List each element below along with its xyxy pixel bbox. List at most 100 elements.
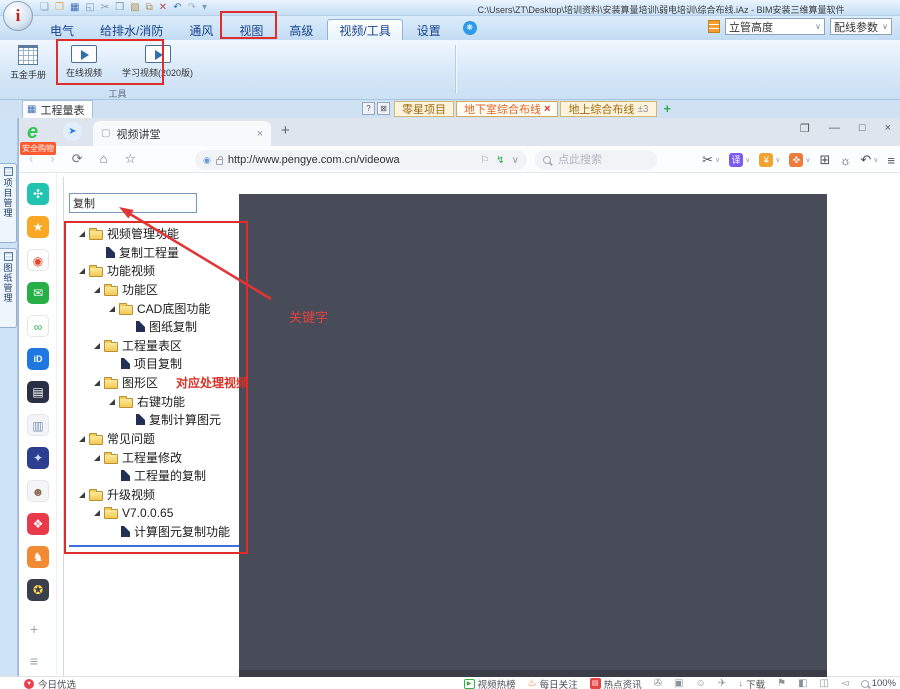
close-icon[interactable]: × — [885, 122, 891, 135]
game-app5-icon[interactable]: ✪ — [27, 579, 49, 601]
ribbon-tab-6[interactable]: 设置 — [405, 19, 453, 42]
browser-logo-icon[interactable]: e — [27, 120, 38, 144]
tree-item[interactable]: V7.0.0.65 — [94, 505, 173, 520]
game-center-icon[interactable]: ✜∨ — [789, 153, 810, 167]
tree-item[interactable]: 图纸复制 — [136, 319, 197, 334]
tree-item[interactable]: 升级视频 — [79, 487, 155, 502]
translate-icon[interactable]: 译∨ — [729, 153, 750, 167]
expand-triangle-icon[interactable] — [94, 510, 100, 516]
ribbon-button-0[interactable]: 五金手册 — [6, 43, 50, 83]
wiring-params-combobox[interactable]: 配线参数 ∨ — [830, 18, 892, 35]
apps-grid-icon[interactable]: ⊞ — [820, 152, 831, 168]
game-app2-icon[interactable]: ☻ — [27, 480, 49, 502]
paste-icon[interactable]: ▨ — [130, 2, 139, 14]
tree-search-input[interactable] — [69, 193, 197, 213]
tree-item[interactable]: 右键功能 — [109, 394, 185, 409]
refresh-icon[interactable]: ⟳ — [72, 151, 83, 167]
horizontal-scrollbar[interactable] — [239, 670, 827, 677]
save-icon[interactable]: ▦ — [70, 2, 79, 14]
address-bar[interactable]: ◉ http://www.pengye.com.cn/videowa ⚐↯∨ — [195, 150, 527, 170]
tree-item[interactable]: 复制工程量 — [106, 245, 179, 260]
tree-item[interactable]: 项目复制 — [121, 356, 182, 371]
tree-item[interactable]: CAD底图功能 — [109, 301, 210, 316]
ribbon-button-1[interactable]: 在线视频 — [62, 43, 106, 81]
tree-item[interactable]: 工程量的复制 — [121, 468, 206, 483]
game-app3-icon[interactable]: ❖ — [27, 513, 49, 535]
restore-page-icon[interactable]: ↶∨ — [860, 152, 878, 168]
expand-triangle-icon[interactable] — [79, 231, 85, 237]
redo-icon[interactable]: ↷ — [188, 2, 196, 14]
video-hot-item[interactable]: ▶视频热榜 — [464, 677, 516, 689]
delete-icon[interactable]: ✕ — [159, 2, 167, 14]
docs-app-icon[interactable]: ▥ — [27, 414, 49, 436]
app-list-icon[interactable]: ≡ — [30, 653, 38, 669]
tree-item[interactable]: 计算图元复制功能 — [121, 524, 230, 539]
status-left-item[interactable]: ♥ 今日优选 — [24, 677, 76, 689]
tree-item[interactable]: 功能区 — [94, 282, 158, 297]
addr-caret-icon[interactable]: ∨ — [512, 155, 519, 166]
cloud-app-icon[interactable]: ∞ — [27, 315, 49, 337]
expand-triangle-icon[interactable] — [94, 455, 100, 461]
tree-item[interactable]: 功能视频 — [79, 263, 155, 278]
wallet-icon[interactable]: ¥∨ — [759, 153, 780, 167]
guide-circle-icon[interactable]: ➤ — [63, 122, 82, 141]
news-app-icon[interactable]: ▤ — [27, 381, 49, 403]
tree-item[interactable]: 复制计算图元 — [136, 412, 221, 427]
expand-triangle-icon[interactable] — [94, 343, 100, 349]
riser-height-combobox[interactable]: 立管高度 ∨ — [725, 18, 825, 35]
expand-triangle-icon[interactable] — [79, 268, 85, 274]
minimize-icon[interactable]: — — [829, 122, 840, 135]
screenshot-icon[interactable]: ✂∨ — [702, 152, 720, 168]
hot-news-item[interactable]: ▤热点资讯 — [590, 677, 642, 689]
safety-badge[interactable]: 安全购物 — [20, 142, 56, 155]
home-icon[interactable]: ⌂ — [100, 151, 108, 167]
ribbon-tab-1[interactable]: 给排水/消防 — [88, 19, 175, 42]
new-file-icon[interactable]: ❏ — [40, 2, 49, 14]
tree-item[interactable]: 视频管理功能 — [79, 226, 179, 241]
game-app4-icon[interactable]: ♞ — [27, 546, 49, 568]
expand-triangle-icon[interactable] — [94, 287, 100, 293]
tab-close-icon[interactable]: × — [257, 128, 263, 140]
qat-more-icon[interactable]: ▾ — [202, 2, 207, 14]
layers-icon[interactable] — [708, 20, 720, 33]
app-logo-icon[interactable]: i — [3, 1, 33, 31]
expand-triangle-icon[interactable] — [109, 306, 115, 312]
theme-icon[interactable]: ☼ — [839, 153, 851, 168]
shield-icon[interactable]: ✇ — [654, 678, 662, 689]
tab-close-icon[interactable]: × — [544, 103, 550, 115]
game-app1-icon[interactable]: ✦ — [27, 447, 49, 469]
speed-mode-icon[interactable]: ↯ — [496, 155, 504, 166]
favorite-star-icon[interactable]: ☆ — [124, 151, 136, 167]
tree-item[interactable]: 图形区对应处理视频 — [94, 375, 248, 390]
add-app-icon[interactable]: + — [30, 621, 38, 637]
zoom-item[interactable]: 100% — [861, 678, 896, 689]
doc-tab-0[interactable]: 零星项目 — [394, 101, 454, 117]
browser-search-box[interactable] — [535, 150, 657, 170]
weibo-icon[interactable]: ◉ — [27, 249, 49, 271]
browser-tab[interactable]: ▢ 视频讲堂 × — [93, 121, 271, 146]
copy-icon[interactable]: ❒ — [115, 2, 124, 14]
site-flag-icon[interactable]: ⚐ — [480, 155, 489, 166]
dock-tab-0[interactable]: 项目管理 — [0, 163, 17, 243]
collapse-button[interactable]: ⊠ — [377, 102, 390, 115]
add-tab-button[interactable]: + — [659, 101, 677, 117]
capture-icon[interactable]: ▣ — [674, 678, 683, 689]
ribbon-button-2[interactable]: 学习视频(2020版) — [118, 43, 197, 81]
print-preview-icon[interactable]: ◱ — [85, 2, 94, 14]
quantity-table-panel-tab[interactable]: ▦ 工程量表 — [22, 100, 93, 118]
doc-tab-2[interactable]: 地上综合布线±3 — [560, 101, 656, 117]
skin-icon[interactable]: ⚑ — [777, 678, 786, 689]
main-menu-icon[interactable]: ≡ — [887, 153, 895, 168]
ribbon-tab-2[interactable]: 通风 — [177, 19, 225, 42]
open-file-icon[interactable]: ❐ — [55, 2, 64, 14]
expand-triangle-icon[interactable] — [109, 399, 115, 405]
tree-item[interactable]: 工程量修改 — [94, 450, 182, 465]
ribbon-tab-3[interactable]: 视图 — [227, 19, 275, 42]
boost-icon[interactable]: ✈ — [718, 678, 726, 689]
emoji-icon[interactable]: ☺ — [695, 678, 705, 689]
doc-tab-1[interactable]: 地下室综合布线× — [456, 101, 558, 117]
expand-triangle-icon[interactable] — [79, 436, 85, 442]
expand-triangle-icon[interactable] — [94, 380, 100, 386]
tree-item[interactable]: 工程量表区 — [94, 338, 182, 353]
new-tab-button[interactable]: + — [281, 122, 290, 139]
